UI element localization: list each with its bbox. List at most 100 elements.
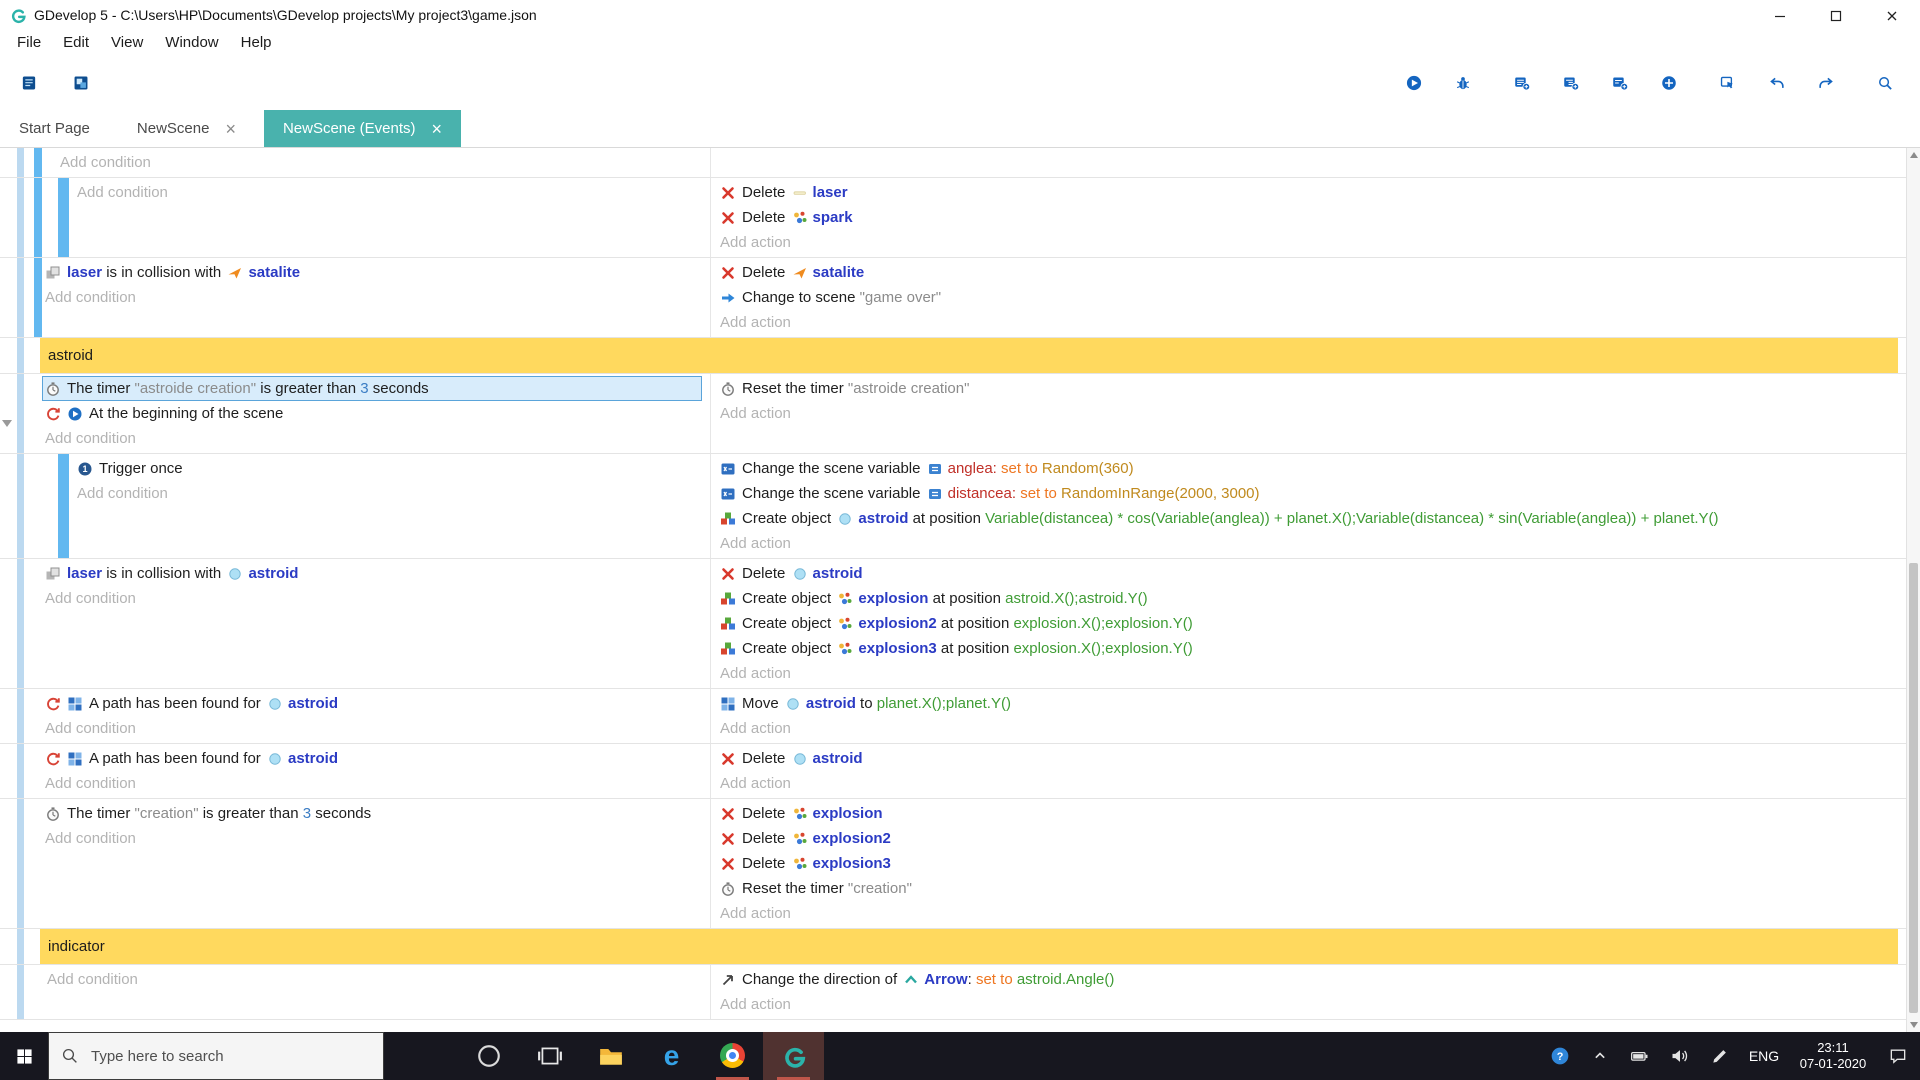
action[interactable]: Create object explosion3 at position exp… <box>720 636 1900 661</box>
action[interactable]: Delete explosion2 <box>720 826 1900 851</box>
action[interactable]: Delete explosion3 <box>720 851 1900 876</box>
action[interactable]: Delete laser <box>720 180 1900 205</box>
minimize-icon <box>1774 9 1786 21</box>
start-button[interactable] <box>0 1032 48 1080</box>
add-condition-link[interactable]: Add condition <box>45 826 704 851</box>
help-button[interactable]: ? <box>1542 1032 1578 1080</box>
undo-button[interactable] <box>1762 65 1798 101</box>
action[interactable]: Change the scene variable distancea: set… <box>720 481 1900 506</box>
add-condition-link[interactable]: Add condition <box>77 481 704 506</box>
tab-close-icon[interactable]: × <box>225 120 236 138</box>
scrollbar[interactable] <box>1906 148 1920 1032</box>
project-manager-button[interactable] <box>14 65 50 101</box>
action[interactable]: Delete astroid <box>720 746 1900 771</box>
action[interactable]: Reset the timer "creation" <box>720 876 1900 901</box>
action[interactable]: Delete explosion <box>720 801 1900 826</box>
add-condition-link[interactable]: Add condition <box>77 180 704 205</box>
add-condition-link[interactable]: Add condition <box>45 426 704 451</box>
debug-button[interactable] <box>1448 65 1484 101</box>
add-condition-link[interactable]: Add condition <box>45 771 704 796</box>
text-segment: at position <box>928 590 1005 607</box>
condition[interactable]: The timer "creation" is greater than 3 s… <box>45 801 704 826</box>
action[interactable]: Change the direction of Arrow: set to as… <box>720 967 1900 992</box>
comment-band[interactable]: astroid <box>40 338 1898 373</box>
gdevelop-button[interactable] <box>763 1032 824 1080</box>
edge-button[interactable]: e <box>641 1032 702 1080</box>
volume-button[interactable] <box>1662 1032 1698 1080</box>
action-center-button[interactable] <box>1880 1032 1916 1080</box>
add-action-link[interactable]: Add action <box>720 661 1900 686</box>
scroll-up-button[interactable] <box>1907 148 1920 162</box>
play-circle-icon <box>67 406 83 422</box>
add-comment-button[interactable] <box>1605 65 1641 101</box>
play-button[interactable] <box>1399 65 1435 101</box>
add-condition-link[interactable]: Add condition <box>45 586 704 611</box>
tab-close-icon[interactable]: × <box>432 120 443 138</box>
fold-arrow-icon[interactable] <box>2 420 12 427</box>
condition[interactable]: At the beginning of the scene <box>45 401 704 426</box>
add-circle-button[interactable] <box>1654 65 1690 101</box>
add-condition-link[interactable]: Add condition <box>45 285 704 310</box>
action[interactable]: Reset the timer "astroide creation" <box>720 376 1900 401</box>
add-condition-link[interactable]: Add condition <box>47 967 704 992</box>
comment-band[interactable]: indicator <box>40 929 1898 964</box>
condition[interactable]: The timer "astroide creation" is greater… <box>42 376 702 401</box>
action[interactable]: Delete astroid <box>720 561 1900 586</box>
action[interactable]: Delete satalite <box>720 260 1900 285</box>
tab-newscene-events-[interactable]: NewScene (Events)× <box>264 110 461 147</box>
chrome-button[interactable] <box>702 1032 763 1080</box>
pen-button[interactable] <box>1702 1032 1738 1080</box>
add-action-link[interactable]: Add action <box>720 401 1900 426</box>
condition[interactable]: A path has been found for astroid <box>45 691 704 716</box>
search-button[interactable] <box>1870 65 1906 101</box>
menu-help[interactable]: Help <box>230 34 283 51</box>
minimize-button[interactable] <box>1752 0 1808 29</box>
language-indicator[interactable]: ENG <box>1742 1048 1786 1064</box>
task-view-button[interactable] <box>519 1032 580 1080</box>
cortana-button[interactable] <box>458 1032 519 1080</box>
tab-newscene[interactable]: NewScene× <box>118 110 255 147</box>
search-input[interactable] <box>89 1047 353 1066</box>
action[interactable]: Create object astroid at position Variab… <box>720 506 1900 531</box>
action[interactable]: Create object explosion at position astr… <box>720 586 1900 611</box>
close-button[interactable] <box>1864 0 1920 29</box>
action[interactable]: Change the scene variable anglea: set to… <box>720 456 1900 481</box>
menu-file[interactable]: File <box>6 34 52 51</box>
add-subevent-button[interactable] <box>1556 65 1592 101</box>
add-action-link[interactable]: Add action <box>720 230 1900 255</box>
action[interactable]: Delete spark <box>720 205 1900 230</box>
add-action-link[interactable]: Add action <box>720 716 1900 741</box>
add-action-link[interactable]: Add action <box>720 901 1900 926</box>
scrollbar-thumb[interactable] <box>1909 563 1918 1013</box>
redo-button[interactable] <box>1811 65 1847 101</box>
maximize-button[interactable] <box>1808 0 1864 29</box>
add-condition-link[interactable]: Add condition <box>60 150 704 175</box>
scene-edit-button[interactable] <box>66 65 102 101</box>
add-action-link[interactable]: Add action <box>720 310 1900 335</box>
menu-edit[interactable]: Edit <box>52 34 100 51</box>
condition[interactable]: A path has been found for astroid <box>45 746 704 771</box>
battery-button[interactable] <box>1622 1032 1658 1080</box>
text-segment: Change the direction of <box>742 971 901 988</box>
action[interactable]: Create object explosion2 at position exp… <box>720 611 1900 636</box>
taskbar-search[interactable] <box>48 1032 384 1080</box>
action[interactable]: Move astroid to planet.X();planet.Y() <box>720 691 1900 716</box>
condition[interactable]: 1Trigger once <box>77 456 704 481</box>
tab-start-page[interactable]: Start Page <box>0 110 109 147</box>
action[interactable]: Change to scene "game over" <box>720 285 1900 310</box>
condition[interactable]: laser is in collision with astroid <box>45 561 704 586</box>
condition[interactable]: laser is in collision with satalite <box>45 260 704 285</box>
add-event-button[interactable] <box>1507 65 1543 101</box>
menu-window[interactable]: Window <box>154 34 229 51</box>
show-hidden-icons-button[interactable] <box>1582 1032 1618 1080</box>
pick-event-button[interactable] <box>1713 65 1749 101</box>
notification-icon <box>1888 1046 1908 1066</box>
scroll-down-button[interactable] <box>1907 1018 1920 1032</box>
add-action-link[interactable]: Add action <box>720 771 1900 796</box>
clock[interactable]: 23:1107-01-2020 <box>1790 1040 1876 1072</box>
menu-view[interactable]: View <box>100 34 154 51</box>
add-action-link[interactable]: Add action <box>720 531 1900 556</box>
file-explorer-button[interactable] <box>580 1032 641 1080</box>
add-action-link[interactable]: Add action <box>720 992 1900 1017</box>
add-condition-link[interactable]: Add condition <box>45 716 704 741</box>
